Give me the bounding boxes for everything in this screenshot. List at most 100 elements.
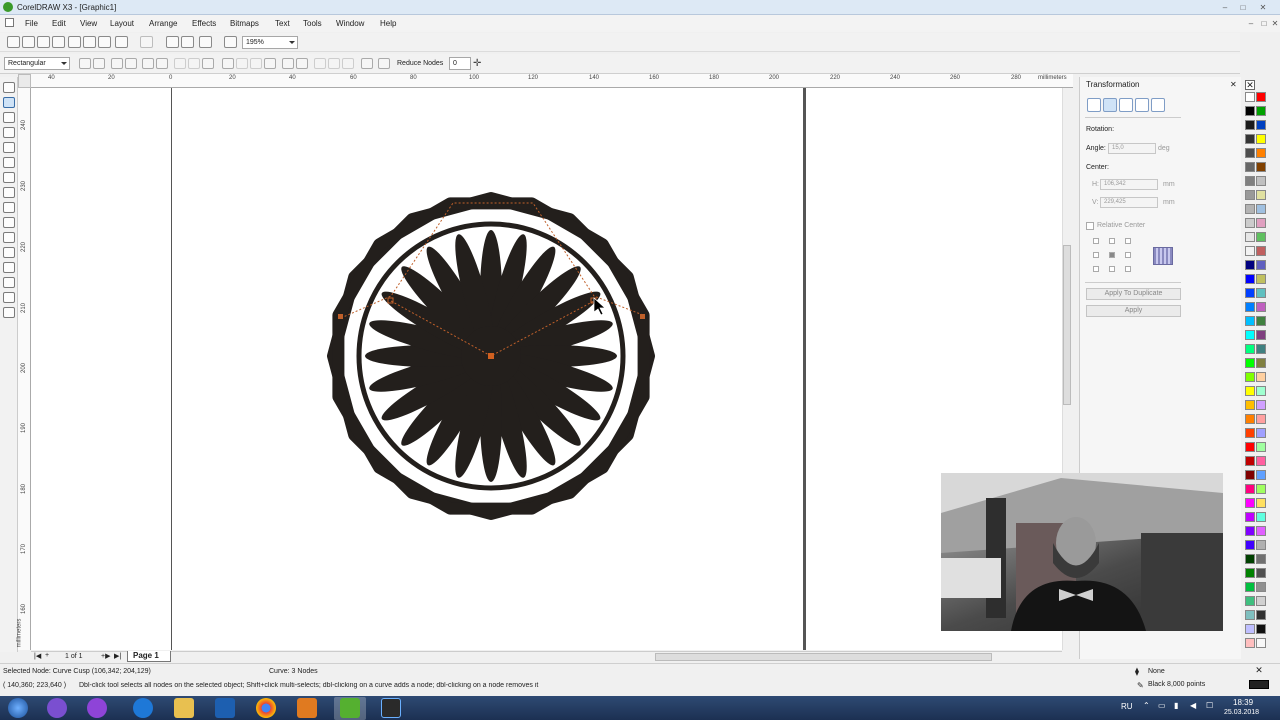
media-player-icon[interactable] [297,698,317,718]
palette-swatch[interactable] [1245,484,1255,494]
print-icon[interactable] [52,36,65,48]
palette-swatch[interactable] [1256,288,1266,298]
drawing-canvas[interactable] [31,88,1062,650]
palette-swatch[interactable] [1245,232,1255,242]
page-tab[interactable]: Page 1 [127,651,171,662]
reflect-vertical-icon[interactable] [328,58,340,69]
internet-explorer-icon[interactable] [133,698,153,718]
palette-swatch[interactable] [1256,456,1266,466]
angle-input[interactable]: 15,0 [1108,143,1156,154]
anchor-middle-left[interactable] [1093,252,1099,258]
import-icon[interactable] [166,36,179,48]
outline-tool-icon[interactable] [3,292,15,303]
undo-icon[interactable] [115,36,128,48]
pick-tool-icon[interactable] [3,82,15,93]
last-page-icon[interactable]: ▶| [114,652,121,660]
palette-swatch[interactable] [1256,624,1266,634]
join-nodes-icon[interactable] [111,58,123,69]
palette-swatch[interactable] [1256,400,1266,410]
palette-swatch[interactable] [1256,540,1266,550]
palette-swatch[interactable] [1256,232,1266,242]
palette-swatch[interactable] [1245,204,1255,214]
palette-swatch[interactable] [1245,526,1255,536]
basic-shapes-tool-icon[interactable] [3,217,15,228]
tray-expand-icon[interactable]: ⌃ [1143,701,1150,710]
welcome-screen-icon[interactable] [224,36,237,48]
palette-swatch[interactable] [1256,260,1266,270]
paste-icon[interactable] [98,36,111,48]
palette-swatch[interactable] [1245,610,1255,620]
palette-swatch[interactable] [1245,92,1255,102]
smooth-node-icon[interactable] [188,58,200,69]
elastic-mode-icon[interactable] [342,58,354,69]
palette-swatch[interactable] [1256,442,1266,452]
reverse-direction-icon[interactable] [222,58,234,69]
palette-swatch[interactable] [1245,274,1255,284]
control-point[interactable] [640,314,645,319]
palette-swatch[interactable] [1245,120,1255,130]
screen-recorder-icon[interactable] [381,698,401,718]
palette-swatch[interactable] [1245,162,1255,172]
palette-swatch[interactable] [1245,568,1255,578]
anchor-top-center[interactable] [1109,238,1115,244]
open-icon[interactable] [22,36,35,48]
palette-swatch[interactable] [1256,358,1266,368]
polygon-tool-icon[interactable] [3,202,15,213]
apply-to-duplicate-button[interactable]: Apply To Duplicate [1086,288,1181,300]
fill-swatch-none[interactable]: ✕ [1252,666,1266,676]
palette-swatch[interactable] [1245,288,1255,298]
doc-minimize-button[interactable]: – [1244,18,1258,29]
palette-swatch[interactable] [1256,92,1266,102]
zoom-tool-icon[interactable] [3,127,15,138]
palette-swatch[interactable] [1245,456,1255,466]
control-point[interactable] [338,314,343,319]
selected-node-handle[interactable] [488,353,494,359]
ruler-origin[interactable] [18,74,31,88]
extend-curve-icon[interactable] [236,58,248,69]
ellipse-tool-icon[interactable] [3,187,15,198]
coreldraw-taskbar-icon[interactable] [340,698,360,718]
palette-swatch[interactable] [1245,344,1255,354]
palette-swatch[interactable] [1245,638,1255,648]
zoom-level-combo[interactable]: 195% [242,36,298,49]
vertical-scrollbar-thumb[interactable] [1063,245,1071,405]
palette-swatch[interactable] [1245,148,1255,158]
copy-icon[interactable] [83,36,96,48]
palette-swatch[interactable] [1245,190,1255,200]
add-node-icon[interactable] [79,58,91,69]
palette-swatch[interactable] [1256,610,1266,620]
palette-swatch[interactable] [1256,638,1266,648]
palette-swatch[interactable] [1256,134,1266,144]
palette-swatch[interactable] [1245,414,1255,424]
palette-swatch[interactable] [1245,498,1255,508]
reduce-nodes-input[interactable]: 0 [449,57,471,70]
palette-swatch[interactable] [1245,134,1255,144]
eyedropper-tool-icon[interactable] [3,277,15,288]
palette-swatch[interactable] [1245,400,1255,410]
docker-close-icon[interactable]: ✕ [1230,80,1237,89]
menu-arrange[interactable]: Arrange [149,19,177,28]
palette-swatch[interactable] [1245,106,1255,116]
position-icon[interactable] [1087,98,1101,112]
prev-page-icon[interactable]: + [45,652,49,659]
palette-swatch[interactable] [1256,246,1266,256]
palette-swatch[interactable] [1256,498,1266,508]
select-all-nodes-icon[interactable] [361,58,373,69]
export-icon[interactable] [181,36,194,48]
palette-swatch[interactable] [1256,470,1266,480]
palette-swatch[interactable] [1256,218,1266,228]
palette-swatch[interactable] [1245,386,1255,396]
palette-swatch[interactable] [1256,106,1266,116]
palette-swatch[interactable] [1256,526,1266,536]
palette-swatch[interactable] [1245,442,1255,452]
store-icon[interactable] [215,698,235,718]
menu-view[interactable]: View [80,19,97,28]
shape-tool-icon[interactable] [3,97,15,108]
next-page-icon[interactable]: +▶ [101,652,110,660]
no-color-swatch[interactable]: ✕ [1245,80,1255,90]
palette-swatch[interactable] [1245,554,1255,564]
palette-swatch[interactable] [1245,260,1255,270]
palette-swatch[interactable] [1245,218,1255,228]
palette-swatch[interactable] [1245,540,1255,550]
palette-swatch[interactable] [1245,512,1255,522]
